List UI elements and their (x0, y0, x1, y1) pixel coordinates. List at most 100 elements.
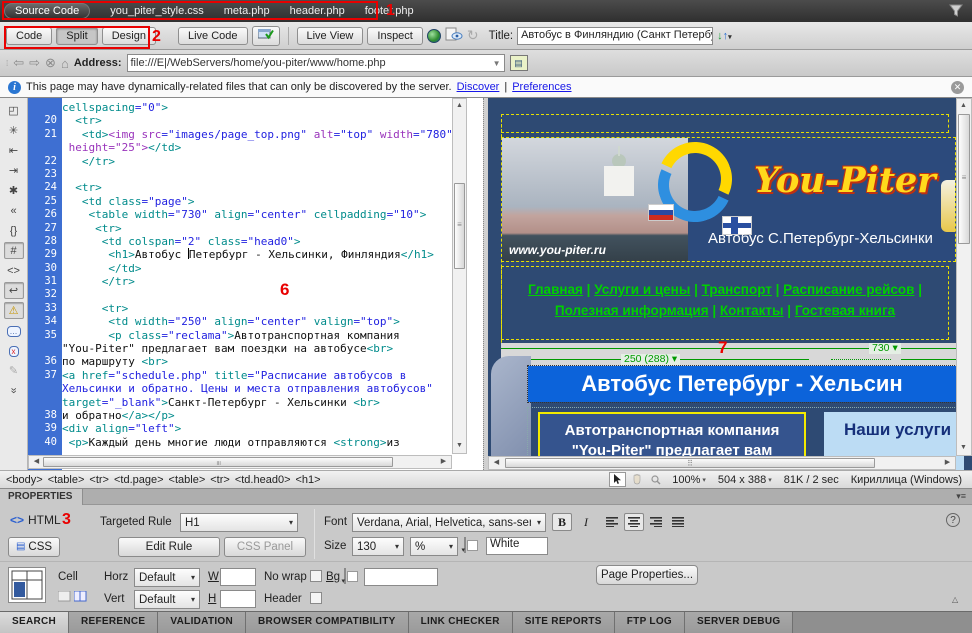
scroll-up-icon[interactable]: ▲ (453, 100, 466, 112)
zoom-tool-icon[interactable] (647, 472, 664, 487)
code-navigator-icon[interactable]: ✳ (4, 122, 24, 139)
menu-link[interactable]: Главная (528, 282, 583, 297)
code-line[interactable]: <h1>Автобус Петербург - Хельсинки, Финля… (62, 248, 483, 261)
menu-link[interactable]: Услуги и цены (594, 282, 690, 297)
syntax-error-alerts-icon[interactable]: ⚠ (4, 302, 24, 319)
code-line[interactable]: cellspacing="0"> (62, 101, 483, 114)
design-vertical-scrollbar[interactable]: ▲ ≡ ▼ (956, 98, 972, 456)
cell-height-input[interactable] (220, 590, 256, 608)
tag-crumb[interactable]: <table> (48, 474, 85, 486)
html-mode-button[interactable]: <> HTML (10, 513, 61, 527)
code-line[interactable] (62, 288, 483, 301)
css-panel-button[interactable]: CSS Panel (224, 537, 306, 557)
header-checkbox[interactable] (310, 592, 322, 604)
code-line[interactable]: <table width="730" align="center" cellpa… (62, 208, 483, 221)
align-right-icon[interactable] (646, 513, 666, 531)
expand-all-icon[interactable]: ✱ (4, 182, 24, 199)
home-icon[interactable]: ⌂ (61, 56, 69, 71)
results-tab-validation[interactable]: VALIDATION (158, 612, 246, 633)
code-line[interactable]: <td colspan="2" class="head0"> (62, 235, 483, 248)
column-width-250[interactable]: 250 (288) ▾ (621, 354, 680, 365)
bold-button[interactable]: B (552, 513, 572, 531)
bg-color-swatch[interactable] (344, 568, 346, 584)
scroll-left-icon[interactable]: ◀ (490, 457, 503, 469)
open-documents-icon[interactable]: ◰ (4, 102, 24, 119)
highlight-invalid-code-icon[interactable]: <> (4, 262, 24, 279)
code-line[interactable]: <td class="page"> (62, 195, 483, 208)
code-line[interactable]: <td width="250" align="center" valign="t… (62, 315, 483, 328)
cell-width-input[interactable] (220, 568, 256, 586)
code-editor[interactable]: cellspacing="0"> <tr> <td><img src="imag… (62, 98, 483, 470)
page-top-image-cell[interactable] (501, 114, 949, 133)
scroll-down-icon[interactable]: ▼ (453, 440, 466, 452)
page-properties-button[interactable]: Page Properties... (596, 565, 698, 585)
menu-link[interactable]: Транспорт (702, 282, 772, 297)
scroll-right-icon[interactable]: ▶ (437, 456, 450, 468)
back-icon[interactable]: ⇦ (13, 55, 24, 71)
format-source-icon[interactable]: ✎ (4, 362, 24, 379)
targeted-rule-select[interactable]: H1▾ (180, 513, 298, 532)
bg-color-input[interactable] (364, 568, 438, 586)
inspect-button[interactable]: Inspect (367, 27, 422, 45)
italic-button[interactable]: I (576, 513, 596, 531)
tag-crumb[interactable]: <td.head0> (235, 474, 291, 486)
collapse-full-tag-icon[interactable]: ⇤ (4, 142, 24, 159)
scroll-up-icon[interactable]: ▲ (957, 100, 970, 112)
code-vertical-scrollbar[interactable]: ▲ ≡ ▼ (452, 98, 467, 454)
preferences-link[interactable]: Preferences (512, 81, 571, 93)
code-line[interactable]: <tr> (62, 222, 483, 235)
apply-comment-icon[interactable]: … (4, 322, 24, 339)
scroll-right-icon[interactable]: ▶ (941, 457, 954, 469)
balance-braces-icon[interactable]: {} (4, 222, 24, 239)
table-width-730[interactable]: 730 ▾ (869, 343, 901, 354)
select-parent-tag-icon[interactable]: « (4, 202, 24, 219)
address-dropdown-icon[interactable]: ▼ (493, 59, 501, 68)
code-line[interactable]: <p class="reclama">Автотранспортная комп… (62, 329, 483, 342)
results-tab-server-debug[interactable]: SERVER DEBUG (685, 612, 793, 633)
text-color-swatch[interactable] (464, 537, 466, 553)
design-h1-heading[interactable]: Автобус Петербург - Хельсин (528, 366, 956, 402)
menu-link[interactable]: Гостевая книга (795, 303, 895, 318)
live-code-button[interactable]: Live Code (178, 27, 248, 45)
stop-icon[interactable]: ⊗ (45, 55, 56, 71)
scroll-down-icon[interactable]: ▼ (957, 442, 970, 454)
forward-icon[interactable]: ⇨ (29, 55, 40, 71)
filter-icon[interactable] (948, 3, 964, 21)
code-line[interactable]: </td> (62, 262, 483, 275)
align-center-icon[interactable] (624, 513, 644, 531)
window-size-select[interactable]: 504 x 388▾ (714, 474, 776, 486)
remove-comment-icon[interactable]: x (4, 342, 24, 359)
code-line[interactable]: height="25"></td> (62, 141, 483, 154)
justify-icon[interactable] (668, 513, 688, 531)
horz-select[interactable]: Default▾ (134, 568, 200, 587)
file-management-icon[interactable] (445, 27, 463, 44)
code-line[interactable]: "You-Piter" предлагает вам поездки на ав… (62, 342, 483, 355)
code-line[interactable] (62, 168, 483, 181)
color-name-input[interactable]: White (486, 537, 548, 555)
code-horizontal-scrollbar[interactable]: ◀ ≡ ▶ (28, 455, 452, 469)
code-view-pane[interactable]: ◰✳⇤⇥✱«{}#<>↩⚠…x✎» 2021222324252627282930… (0, 98, 483, 470)
collapse-selection-icon[interactable]: ⇥ (4, 162, 24, 179)
code-line[interactable]: по маршруту <br> (62, 355, 483, 368)
file-transfer-icon[interactable]: ↓↑▾ (717, 30, 732, 42)
nowrap-checkbox[interactable] (310, 570, 322, 582)
tag-crumb[interactable]: <body> (6, 474, 43, 486)
word-wrap-icon[interactable]: ↩ (4, 282, 24, 299)
code-line[interactable]: target="_blank">Санкт-Петербург - Хельси… (62, 396, 483, 409)
results-tab-search[interactable]: SEARCH (0, 612, 69, 633)
results-tab-browser-compatibility[interactable]: BROWSER COMPATIBILITY (246, 612, 409, 633)
recent-snippets-icon[interactable]: » (5, 381, 22, 401)
split-cell-icon[interactable] (74, 591, 87, 605)
code-line[interactable]: Хельсинки и обратно. Цены и места отправ… (62, 382, 483, 395)
tag-crumb[interactable]: <tr> (89, 474, 109, 486)
vert-select[interactable]: Default▾ (134, 590, 200, 609)
tag-crumb[interactable]: <h1> (296, 474, 321, 486)
merge-cells-icon[interactable] (58, 591, 71, 605)
design-horizontal-scrollbar[interactable]: ◀ ⠿ ▶ (488, 456, 956, 470)
title-input[interactable]: Автобус в Финляндию (Санкт Петербург - Х… (517, 27, 713, 45)
css-mode-button[interactable]: ▤CSS (8, 537, 60, 557)
code-line[interactable]: <a href="schedule.php" title="Расписание… (62, 369, 483, 382)
code-line[interactable]: <td><img src="images/page_top.png" alt="… (62, 128, 483, 141)
code-line[interactable]: <p>Каждый день многие люди отправляются … (62, 436, 483, 449)
menu-link[interactable]: Расписание рейсов (783, 282, 914, 297)
